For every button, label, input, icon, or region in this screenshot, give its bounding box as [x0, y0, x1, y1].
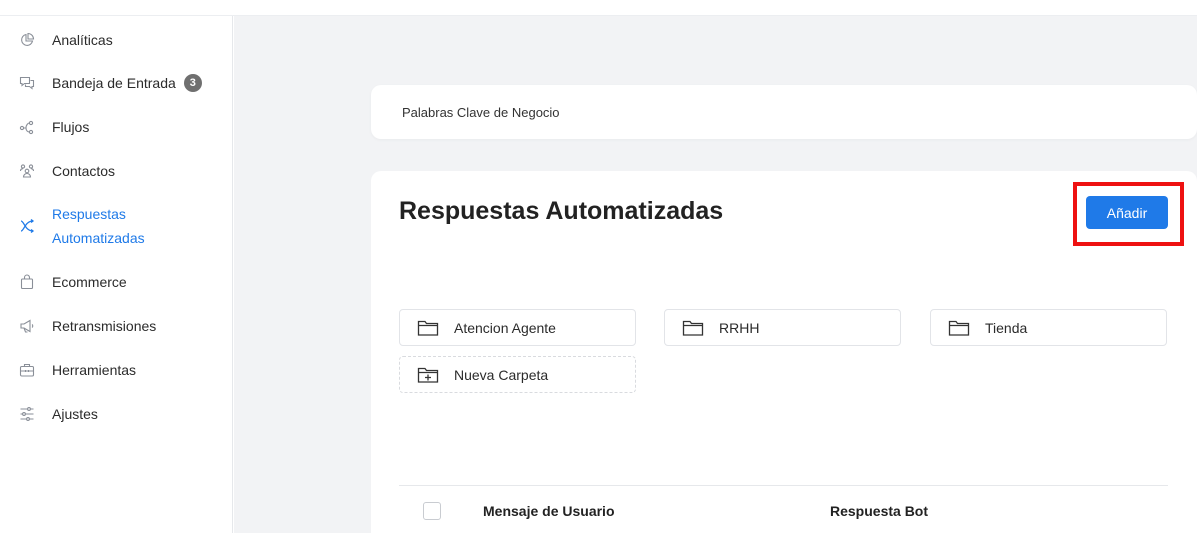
folder-label: RRHH	[719, 319, 760, 336]
sidebar-item-bandeja[interactable]: Bandeja de Entrada 3	[18, 71, 202, 95]
folder-icon	[948, 319, 970, 337]
users-icon	[18, 162, 36, 180]
select-all-checkbox[interactable]	[423, 502, 441, 520]
column-header-user-message: Mensaje de Usuario	[483, 503, 615, 519]
sidebar-item-label: Flujos	[52, 119, 90, 135]
sidebar-item-label: Respuestas Automatizadas	[52, 206, 145, 246]
folder-label: Nueva Carpeta	[454, 366, 549, 383]
table-divider	[399, 485, 1168, 486]
folder-label: Tienda	[985, 319, 1028, 336]
megaphone-icon	[18, 317, 36, 335]
folder-label: Atencion Agente	[454, 319, 556, 336]
sidebar-item-label: Ecommerce	[52, 274, 127, 290]
sliders-icon	[18, 405, 36, 423]
chat-bubbles-icon	[18, 74, 36, 92]
auto-reply-icon	[18, 217, 36, 235]
top-bar	[0, 0, 1197, 16]
sidebar-item-contactos[interactable]: Contactos	[18, 159, 115, 183]
sidebar-item-flujos[interactable]: Flujos	[18, 115, 89, 139]
sidebar-item-label: Bandeja de Entrada	[52, 75, 176, 91]
keywords-card-label: Palabras Clave de Negocio	[402, 105, 560, 120]
sidebar-item-respuestas-automatizadas[interactable]: Respuestas Automatizadas	[18, 202, 145, 250]
page-title: Respuestas Automatizadas	[399, 197, 724, 225]
sidebar: Analíticas Bandeja de Entrada 3 Flujos C…	[0, 16, 233, 533]
flow-nodes-icon	[18, 118, 36, 136]
toolbox-icon	[18, 361, 36, 379]
column-header-bot-response: Respuesta Bot	[830, 503, 929, 519]
sidebar-item-analiticas[interactable]: Analíticas	[18, 28, 113, 52]
folder-atencion-agente[interactable]: Atencion Agente	[399, 309, 636, 346]
sidebar-item-retransmisiones[interactable]: Retransmisiones	[18, 314, 156, 338]
sidebar-item-label: Contactos	[52, 163, 116, 179]
sidebar-item-herramientas[interactable]: Herramientas	[18, 358, 136, 382]
pie-chart-icon	[18, 31, 36, 49]
folder-rrhh[interactable]: RRHH	[664, 309, 901, 346]
folder-plus-icon	[417, 366, 439, 384]
unread-count-badge: 3	[183, 74, 202, 92]
new-folder-button[interactable]: Nueva Carpeta	[399, 356, 636, 393]
folder-tienda[interactable]: Tienda	[930, 309, 1167, 346]
keywords-card[interactable]: Palabras Clave de Negocio	[371, 85, 1197, 139]
sidebar-item-label: Analíticas	[52, 32, 113, 48]
shopping-bag-icon	[18, 273, 36, 291]
automated-responses-card: Respuestas Automatizadas Añadir Atencion…	[371, 171, 1197, 533]
sidebar-item-ajustes[interactable]: Ajustes	[18, 402, 98, 426]
folder-icon	[682, 319, 704, 337]
sidebar-item-label: Ajustes	[52, 406, 98, 422]
folder-icon	[417, 319, 439, 337]
sidebar-item-label: Herramientas	[52, 362, 137, 378]
sidebar-item-label: Retransmisiones	[52, 318, 157, 334]
sidebar-item-ecommerce[interactable]: Ecommerce	[18, 270, 127, 294]
main-content: Palabras Clave de Negocio Respuestas Aut…	[234, 16, 1197, 533]
add-button[interactable]: Añadir	[1086, 196, 1168, 229]
